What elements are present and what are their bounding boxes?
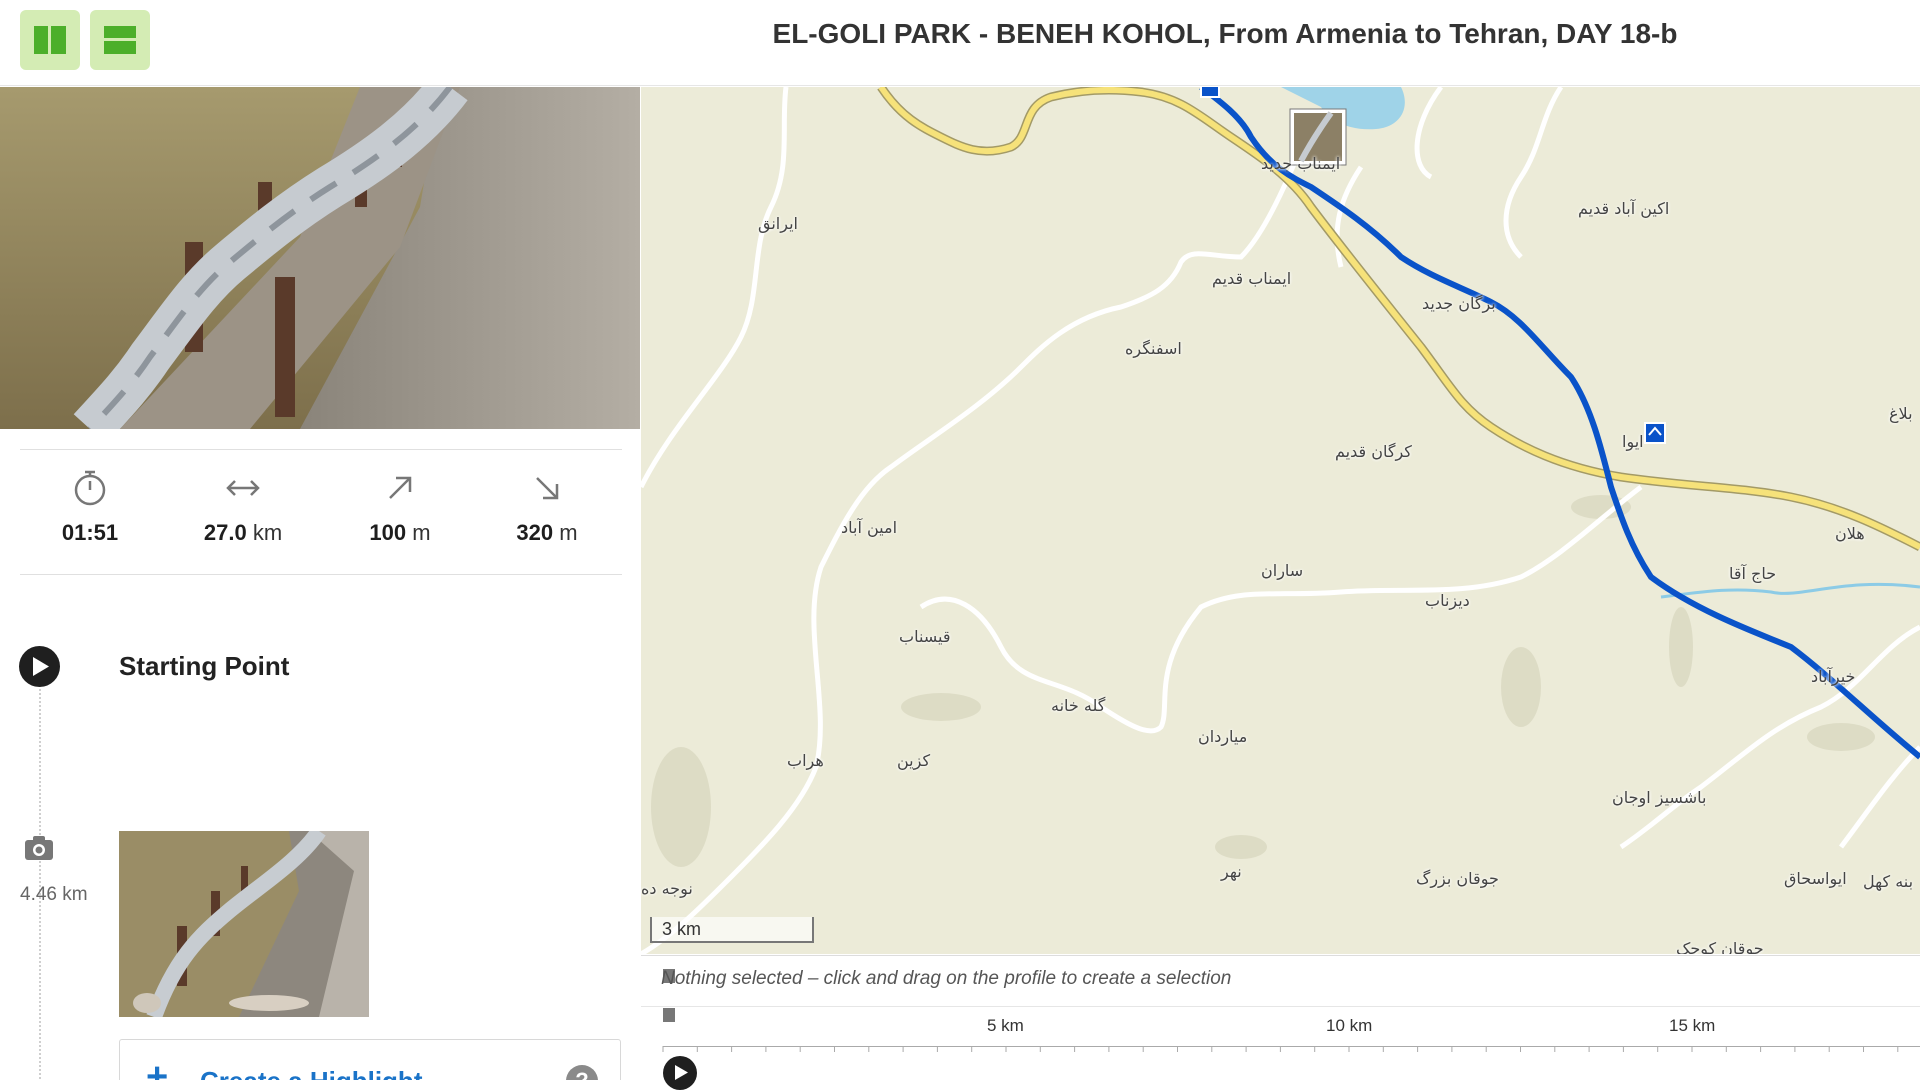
uphill-stat: 100 m [325,470,475,546]
stats-divider [20,574,622,575]
axis-tick-label: 10 km [1326,1016,1373,1035]
place-label: حاج آقا [1729,564,1777,583]
tour-title: EL-GOLI PARK - BENEH KOHOL, From Armenia… [772,18,1678,49]
downhill-value: 320 [516,520,554,545]
tour-sidebar: 01:51 27.0 km 100 m 320 m Starting Point [0,87,640,1080]
place-label: اکین آباد قدیم [1578,199,1670,218]
columns-layout-icon [34,26,66,54]
downhill-unit: m [559,520,578,545]
horizontal-arrows-icon [226,480,260,496]
place-label: کزین [897,751,931,770]
top-bar: EL-GOLI PARK - BENEH KOHOL, From Armenia… [0,0,1920,86]
map-view[interactable]: ایرانق ایمناب قدیم اسفنگره برگان جدید اک… [641,87,1920,954]
place-label: جوقان کوچک [1676,939,1764,954]
stopwatch-icon [74,470,106,506]
rows-layout-icon [104,26,136,54]
place-label: اسفنگره [1125,339,1182,358]
place-label: کرگان قدیم [1335,442,1412,461]
place-label: ایمناب جدید [1261,154,1341,173]
axis-tick-label: 15 km [1669,1016,1716,1035]
map-scale-bar: 3 km [650,917,814,943]
play-icon[interactable] [19,646,60,687]
place-label: ایمناب قدیم [1212,269,1292,288]
place-label: ایوا [1622,432,1644,451]
downhill-stat: 320 m [472,470,622,546]
place-label: امین آباد [841,518,898,537]
place-label: ساران [1261,561,1304,580]
timeline-line [39,682,41,1080]
map-canvas[interactable] [641,87,1920,954]
help-icon[interactable]: ? [566,1065,598,1080]
uphill-unit: m [412,520,431,545]
distance-unit: km [252,520,283,545]
place-label: گله خانه [1051,696,1106,715]
place-label: دیزناب [1425,591,1470,610]
elevation-profile[interactable]: Nothing selected – click and drag on the… [641,955,1920,1090]
place-label: جوقان بزرگ [1416,869,1499,888]
distance-stat: 27.0 km [168,470,318,546]
play-icon[interactable] [663,1056,697,1090]
create-highlight-button[interactable]: + Create a Highlight ? [119,1039,621,1080]
waypoint-photo[interactable] [119,831,369,1017]
columns-layout-button[interactable] [20,10,80,70]
duration-value: 01:51 [61,520,119,545]
cover-photo[interactable] [0,87,640,429]
place-label: بنه کهل [1863,872,1914,891]
camera-icon [25,836,53,860]
distance-value: 27.0 [203,520,247,545]
profile-divider [641,1006,1920,1007]
place-label: قیسناب [899,627,951,646]
place-label: نوجه ده [641,879,693,898]
uphill-value: 100 [369,520,407,545]
profile-selection-message: Nothing selected – click and drag on the… [661,968,1232,989]
stats-divider [20,449,622,450]
arrow-down-right-icon [536,477,559,500]
rows-layout-button[interactable] [90,10,150,70]
duration-stat: 01:51 [15,470,165,546]
place-label: باشسیز اوجان [1612,788,1707,807]
place-label: ایرانق [758,214,798,233]
photo-distance: 4.46 km [20,884,88,905]
place-label: برگان جدید [1422,294,1496,313]
place-label: میاردان [1198,727,1248,746]
place-label: بلاغ [1889,404,1913,423]
axis-tick-label: 5 km [987,1016,1024,1035]
place-label: هراب [787,751,824,770]
starting-point-label[interactable]: Starting Point [119,651,289,682]
place-label: نهر [1221,862,1242,881]
selection-handle[interactable] [663,1008,675,1022]
create-highlight-label: Create a Highlight [200,1066,422,1080]
profile-axis-ticks [662,1046,1899,1052]
place-label: ایواسحاق [1784,869,1847,888]
place-label: هلان [1835,524,1865,543]
plus-icon: + [146,1056,169,1080]
place-label: خیرآباد [1811,667,1856,686]
arrow-up-right-icon [389,476,412,499]
